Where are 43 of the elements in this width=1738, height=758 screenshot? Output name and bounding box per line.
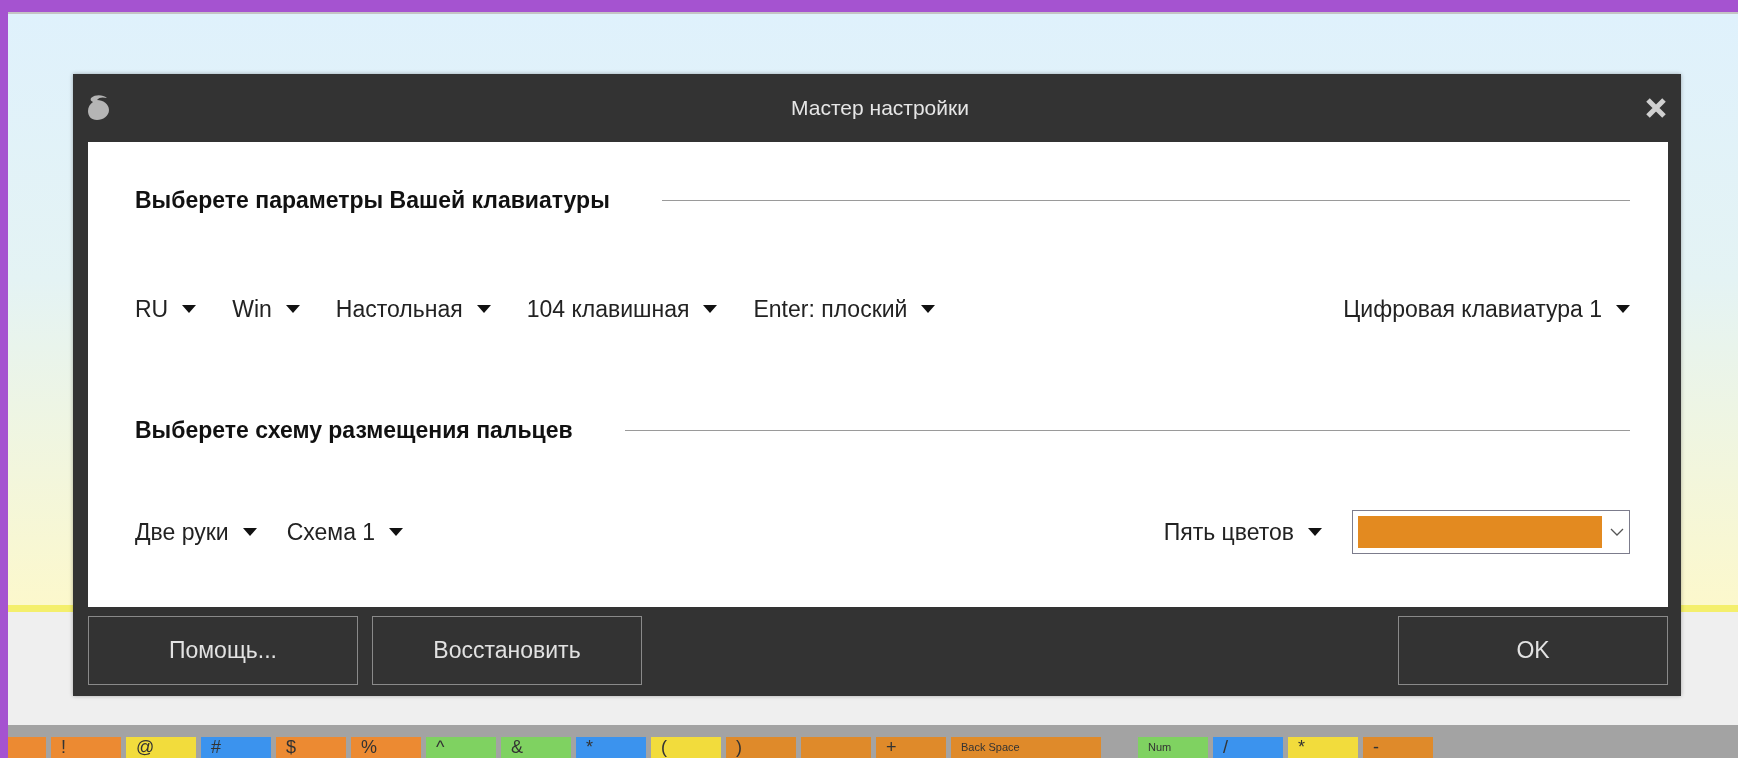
caret-icon [285, 305, 300, 313]
keyboard-key: ( [651, 737, 721, 758]
dropdown[interactable]: RU [135, 295, 197, 323]
caret-icon [1616, 305, 1630, 313]
keyboard-key: - [1363, 737, 1433, 758]
section-heading: Выберете параметры Вашей клавиатуры [135, 186, 610, 214]
caret-icon [1308, 528, 1322, 536]
keyboard-key: # [201, 737, 271, 758]
dropdown[interactable]: Цифровая клавиатура 1 [1343, 295, 1630, 323]
dropdown[interactable]: Win [232, 295, 300, 323]
keyboard-key: $ [276, 737, 346, 758]
footer-button[interactable]: Помощь... [88, 616, 358, 685]
keyboard-key: @ [126, 737, 196, 758]
caret-icon [242, 528, 257, 536]
keyboard-key: * [576, 737, 646, 758]
caret-icon [703, 305, 718, 313]
caret-icon [182, 305, 197, 313]
close-icon[interactable] [1645, 97, 1667, 119]
dropdown[interactable]: Enter: плоский [753, 295, 936, 323]
keyboard-key: ^ [426, 737, 496, 758]
dropdown[interactable]: Настольная [335, 295, 491, 323]
keyboard-key: Num [1138, 737, 1208, 758]
keyboard-key: ! [51, 737, 121, 758]
footer-button[interactable]: Восстановить [372, 616, 642, 685]
keyboard-key: / [1213, 737, 1283, 758]
keyboard-key: % [351, 737, 421, 758]
window-title: Мастер настройки [791, 96, 969, 120]
keyboard-key: & [501, 737, 571, 758]
keyboard-key: * [1288, 737, 1358, 758]
caret-icon [476, 305, 491, 313]
keyboard-key: Back Space [951, 737, 1101, 758]
footer-button[interactable]: OK [1398, 616, 1668, 685]
color-select[interactable] [1352, 510, 1630, 554]
keyboard-key: ) [726, 737, 796, 758]
keyboard-key: + [876, 737, 946, 758]
caret-icon [389, 528, 404, 536]
dropdown[interactable]: Пять цветов [1163, 518, 1322, 546]
caret-icon [921, 305, 936, 313]
chevron-down-icon [1610, 528, 1624, 536]
dropdown[interactable]: Схема 1 [286, 518, 404, 546]
dropdown[interactable]: 104 клавишная [526, 295, 718, 323]
section-heading: Выберете схему размещения пальцев [135, 416, 573, 444]
dropdown[interactable]: Две руки [135, 518, 257, 546]
